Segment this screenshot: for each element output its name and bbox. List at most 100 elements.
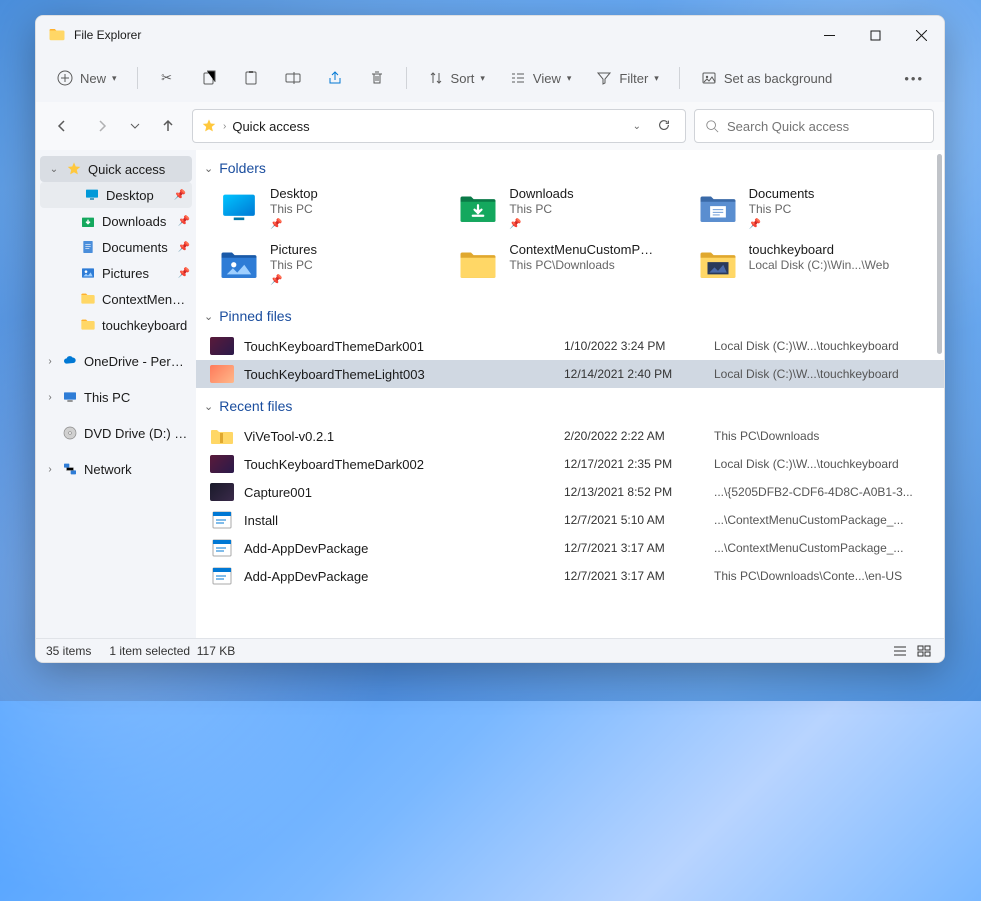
file-name: TouchKeyboardThemeDark002 [244, 457, 554, 472]
sidebar-item-quick-access[interactable]: ⌄Quick access [40, 156, 192, 182]
status-count: 35 items [46, 644, 91, 658]
search-icon [705, 119, 719, 133]
share-button[interactable] [316, 63, 354, 93]
file-thumb [210, 455, 234, 473]
recent-locations-button[interactable] [126, 110, 144, 142]
file-row[interactable]: Add-AppDevPackage 12/7/2021 3:17 AM This… [196, 562, 944, 590]
maximize-button[interactable] [852, 16, 898, 54]
downloads-big-icon [457, 186, 499, 228]
folder-big-icon [457, 242, 499, 284]
section-pinned[interactable]: ⌄ Pinned files [196, 298, 944, 332]
file-row[interactable]: TouchKeyboardThemeDark002 12/17/2021 2:3… [196, 450, 944, 478]
pin-icon: 📌 [509, 219, 573, 230]
chevron-down-icon[interactable]: ⌄ [629, 117, 645, 136]
sort-label: Sort [451, 71, 475, 86]
sidebar-item-downloads[interactable]: Downloads📌 [36, 208, 196, 234]
folder-item[interactable]: Pictures This PC 📌 [216, 240, 445, 288]
chevron-down-icon: ⌄ [204, 162, 213, 175]
file-path: Local Disk (C:)\W...\touchkeyboard [714, 367, 930, 381]
back-button[interactable] [46, 110, 78, 142]
view-button[interactable]: View ▾ [499, 63, 581, 93]
new-label: New [80, 71, 106, 86]
file-date: 2/20/2022 2:22 AM [564, 429, 704, 443]
sidebar-item-documents[interactable]: Documents📌 [36, 234, 196, 260]
section-label: Folders [219, 160, 266, 176]
file-name: ViVeTool-v0.2.1 [244, 429, 554, 444]
refresh-button[interactable] [651, 114, 677, 139]
large-icons-view-button[interactable] [914, 642, 934, 660]
search-input[interactable] [727, 119, 923, 134]
scrollbar[interactable] [932, 154, 942, 634]
breadcrumb-separator: › [223, 121, 226, 132]
folder-subtext: This PC [270, 258, 317, 272]
address-bar[interactable]: › Quick access ⌄ [192, 109, 686, 143]
file-row[interactable]: Capture001 12/13/2021 8:52 PM ...\{5205D… [196, 478, 944, 506]
sidebar-item-desktop[interactable]: Desktop📌 [40, 182, 192, 208]
minimize-button[interactable] [806, 16, 852, 54]
copy-icon [200, 69, 218, 87]
paste-button[interactable] [232, 63, 270, 93]
folder-img-icon [697, 242, 739, 284]
sidebar-item-this-pc[interactable]: ›This PC [36, 384, 196, 410]
image-icon [700, 69, 718, 87]
folder-item[interactable]: Desktop This PC 📌 [216, 184, 445, 232]
sidebar-item-dvd-drive-d-ccco[interactable]: DVD Drive (D:) CCCO [36, 420, 196, 446]
sidebar-item-onedrive-personal[interactable]: ›OneDrive - Personal [36, 348, 196, 374]
filter-icon [595, 69, 613, 87]
forward-button[interactable] [86, 110, 118, 142]
sidebar-item-label: DVD Drive (D:) CCCO [84, 426, 190, 441]
copy-button[interactable] [190, 63, 228, 93]
file-row[interactable]: Add-AppDevPackage 12/7/2021 3:17 AM ...\… [196, 534, 944, 562]
breadcrumb-location: Quick access [232, 119, 309, 134]
folder-subtext: This PC [509, 202, 573, 216]
file-thumb [210, 511, 234, 529]
file-thumb [210, 337, 234, 355]
file-explorer-icon [48, 26, 66, 44]
sidebar-item-label: touchkeyboard [102, 318, 190, 333]
sort-icon [427, 69, 445, 87]
folder-item[interactable]: touchkeyboard Local Disk (C:)\Win...\Web [695, 240, 924, 288]
sort-button[interactable]: Sort ▾ [417, 63, 495, 93]
pin-icon: 📌 [174, 190, 186, 201]
chevron-icon: › [44, 464, 56, 475]
folder-item[interactable]: Documents This PC 📌 [695, 184, 924, 232]
section-folders[interactable]: ⌄ Folders [196, 150, 944, 184]
file-path: Local Disk (C:)\W...\touchkeyboard [714, 339, 930, 353]
set-background-button[interactable]: Set as background [690, 63, 842, 93]
filter-button[interactable]: Filter ▾ [585, 63, 668, 93]
more-button[interactable]: ••• [894, 65, 934, 92]
new-button[interactable]: New ▾ [46, 63, 127, 93]
file-row[interactable]: ViVeTool-v0.2.1 2/20/2022 2:22 AM This P… [196, 422, 944, 450]
file-row[interactable]: TouchKeyboardThemeLight003 12/14/2021 2:… [196, 360, 944, 388]
sidebar-item-contextmenucust[interactable]: ContextMenuCust [36, 286, 196, 312]
cut-button[interactable]: ✂ [148, 63, 186, 93]
sidebar-item-pictures[interactable]: Pictures📌 [36, 260, 196, 286]
sidebar-item-label: Quick access [88, 162, 186, 177]
section-recent[interactable]: ⌄ Recent files [196, 388, 944, 422]
folder-item[interactable]: Downloads This PC 📌 [455, 184, 684, 232]
sidebar-item-label: OneDrive - Personal [84, 354, 190, 369]
search-bar[interactable] [694, 109, 934, 143]
close-button[interactable] [898, 16, 944, 54]
file-date: 12/14/2021 2:40 PM [564, 367, 704, 381]
file-path: ...\ContextMenuCustomPackage_... [714, 541, 930, 555]
up-button[interactable] [152, 110, 184, 142]
file-date: 12/7/2021 5:10 AM [564, 513, 704, 527]
status-selection: 1 item selected 117 KB [109, 644, 235, 658]
folder-item[interactable]: ContextMenuCustomPac... This PC\Download… [455, 240, 684, 288]
file-row[interactable]: Install 12/7/2021 5:10 AM ...\ContextMen… [196, 506, 944, 534]
folder-icon [80, 291, 96, 307]
view-label: View [533, 71, 561, 86]
rename-button[interactable] [274, 63, 312, 93]
folder-name: Documents [749, 186, 815, 201]
chevron-down-icon: ▾ [654, 73, 659, 84]
details-view-button[interactable] [890, 642, 910, 660]
desktop-big-icon [218, 186, 260, 228]
sidebar-item-touchkeyboard[interactable]: touchkeyboard [36, 312, 196, 338]
sidebar-item-label: ContextMenuCust [102, 292, 190, 307]
paste-icon [242, 69, 260, 87]
delete-button[interactable] [358, 63, 396, 93]
sidebar-item-network[interactable]: ›Network [36, 456, 196, 482]
file-row[interactable]: TouchKeyboardThemeDark001 1/10/2022 3:24… [196, 332, 944, 360]
sidebar-item-label: Downloads [102, 214, 172, 229]
